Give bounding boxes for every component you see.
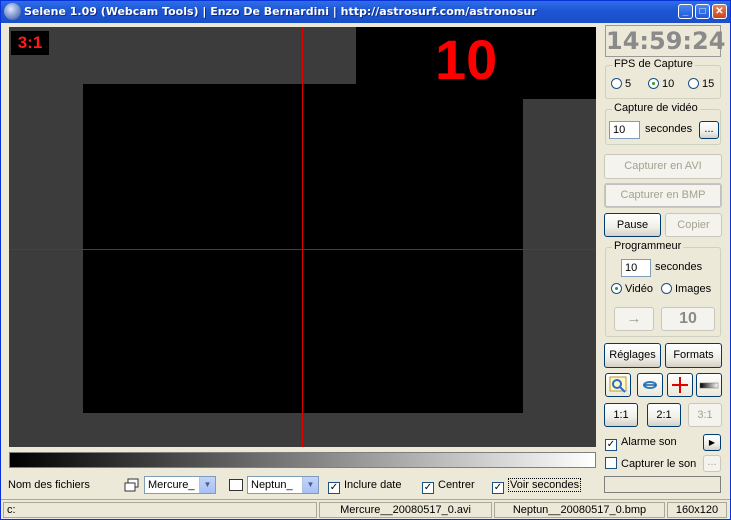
chevron-down-icon[interactable]: ▼ bbox=[302, 477, 318, 493]
status-bar: c: Mercure__20080517_0.avi Neptun__20080… bbox=[1, 499, 730, 519]
windows-cascade-icon bbox=[124, 478, 139, 492]
center-checkbox[interactable]: ✓ Centrer bbox=[422, 479, 475, 494]
app-logo-icon bbox=[4, 3, 21, 20]
programmer-interval-unit: secondes bbox=[655, 261, 703, 273]
crosshair-icon bbox=[672, 377, 688, 393]
programmer-group-title: Programmeur bbox=[612, 240, 684, 252]
arrow-right-icon: → bbox=[626, 310, 642, 327]
status-resolution: 160x120 bbox=[667, 502, 727, 518]
capture-sound-checkbox[interactable]: Capturer le son bbox=[605, 457, 696, 470]
radio-icon bbox=[611, 78, 622, 89]
alarm-sound-checkbox[interactable]: ✓ Alarme son bbox=[605, 436, 677, 451]
checkbox-checked-icon: ✓ bbox=[605, 439, 617, 451]
status-drive: c: bbox=[3, 502, 317, 518]
title-bar[interactable]: Selene 1.09 (Webcam Tools) | Enzo De Ber… bbox=[1, 1, 730, 23]
countdown-display: 10 bbox=[435, 28, 498, 91]
show-seconds-checkbox[interactable]: ✓ Voir secondes bbox=[492, 478, 582, 494]
checkbox-checked-icon: ✓ bbox=[422, 482, 434, 494]
programmer-interval-input[interactable]: 10 bbox=[621, 259, 651, 277]
zoom-ratio-label: 3:1 bbox=[11, 31, 49, 55]
video-preview[interactable]: 3:1 10 bbox=[9, 27, 596, 447]
video-duration-input[interactable]: 10 bbox=[609, 121, 640, 139]
radio-icon bbox=[661, 283, 672, 294]
video-browse-button[interactable]: ... bbox=[699, 121, 719, 139]
status-avi-file: Mercure__20080517_0.avi bbox=[319, 502, 492, 518]
copy-button[interactable]: Copier bbox=[665, 213, 722, 237]
fps-option-15[interactable]: 15 bbox=[688, 78, 714, 90]
magnifier-icon bbox=[609, 376, 627, 393]
radio-icon bbox=[688, 78, 699, 89]
programmer-start-button[interactable]: → bbox=[614, 307, 654, 331]
close-button[interactable]: ✕ bbox=[712, 4, 727, 19]
formats-button[interactable]: Formats bbox=[665, 343, 722, 368]
fps-option-5[interactable]: 5 bbox=[611, 78, 631, 90]
clock-display: 14:59:24 bbox=[605, 25, 726, 57]
video-duration-unit: secondes bbox=[645, 123, 693, 135]
status-bmp-file: Neptun__20080517_0.bmp bbox=[494, 502, 665, 518]
checkbox-checked-icon: ✓ bbox=[328, 482, 340, 494]
zoom-1-1-button[interactable]: 1:1 bbox=[604, 403, 638, 427]
programmer-option-images[interactable]: Images bbox=[661, 283, 711, 295]
arrow-right-small-icon: ▶ bbox=[708, 438, 716, 447]
include-date-checkbox[interactable]: ✓ Inclure date bbox=[328, 479, 401, 494]
programmer-counter: 10 bbox=[661, 307, 715, 331]
programmer-option-video[interactable]: Vidéo bbox=[611, 283, 653, 295]
magnifier-button[interactable] bbox=[605, 373, 631, 397]
settings-button[interactable]: Réglages bbox=[604, 343, 661, 368]
alarm-options-button[interactable]: ▶ bbox=[703, 434, 721, 451]
window-single-icon bbox=[229, 479, 243, 491]
radio-selected-icon bbox=[611, 283, 622, 294]
filenames-label: Nom des fichiers bbox=[8, 479, 90, 491]
programmer-group: Programmeur 10 secondes Vidéo Images → 1… bbox=[605, 240, 721, 337]
zoom-2-1-button[interactable]: 2:1 bbox=[647, 403, 681, 427]
capture-avi-button[interactable]: Capturer en AVI bbox=[604, 154, 722, 179]
fps-group: FPS de Capture 5 10 15 bbox=[605, 58, 721, 99]
app-window: Selene 1.09 (Webcam Tools) | Enzo De Ber… bbox=[0, 0, 731, 520]
link-button[interactable] bbox=[637, 373, 663, 397]
gradient-icon bbox=[699, 382, 719, 389]
crosshair-toggle-button[interactable] bbox=[667, 373, 693, 397]
gradient-toggle-button[interactable] bbox=[696, 373, 722, 397]
capture-progress-bar bbox=[604, 476, 721, 493]
capture-bmp-button[interactable]: Capturer en BMP bbox=[604, 183, 722, 208]
radio-selected-icon bbox=[648, 78, 659, 89]
fps-option-10[interactable]: 10 bbox=[648, 78, 674, 90]
checkbox-checked-icon: ✓ bbox=[492, 482, 504, 494]
video-capture-group: Capture de vidéo 10 secondes ... bbox=[605, 102, 721, 145]
fps-group-title: FPS de Capture bbox=[612, 58, 695, 70]
crosshair-vertical bbox=[302, 27, 303, 447]
brightness-gradient-bar bbox=[9, 452, 596, 468]
bmp-prefix-select[interactable]: Neptun_ ▼ bbox=[247, 476, 319, 494]
maximize-button[interactable]: □ bbox=[695, 4, 710, 19]
avi-prefix-select[interactable]: Mercure_ ▼ bbox=[144, 476, 216, 494]
chevron-down-icon[interactable]: ▼ bbox=[199, 477, 215, 493]
link-icon bbox=[643, 381, 657, 389]
zoom-3-1-button[interactable]: 3:1 bbox=[688, 403, 722, 427]
minimize-button[interactable]: _ bbox=[678, 4, 693, 19]
capture-sound-browse-button[interactable]: ... bbox=[703, 455, 721, 472]
video-capture-group-title: Capture de vidéo bbox=[612, 102, 700, 114]
pause-button[interactable]: Pause bbox=[604, 213, 661, 237]
checkbox-unchecked-icon bbox=[605, 457, 617, 469]
window-title: Selene 1.09 (Webcam Tools) | Enzo De Ber… bbox=[24, 5, 537, 18]
